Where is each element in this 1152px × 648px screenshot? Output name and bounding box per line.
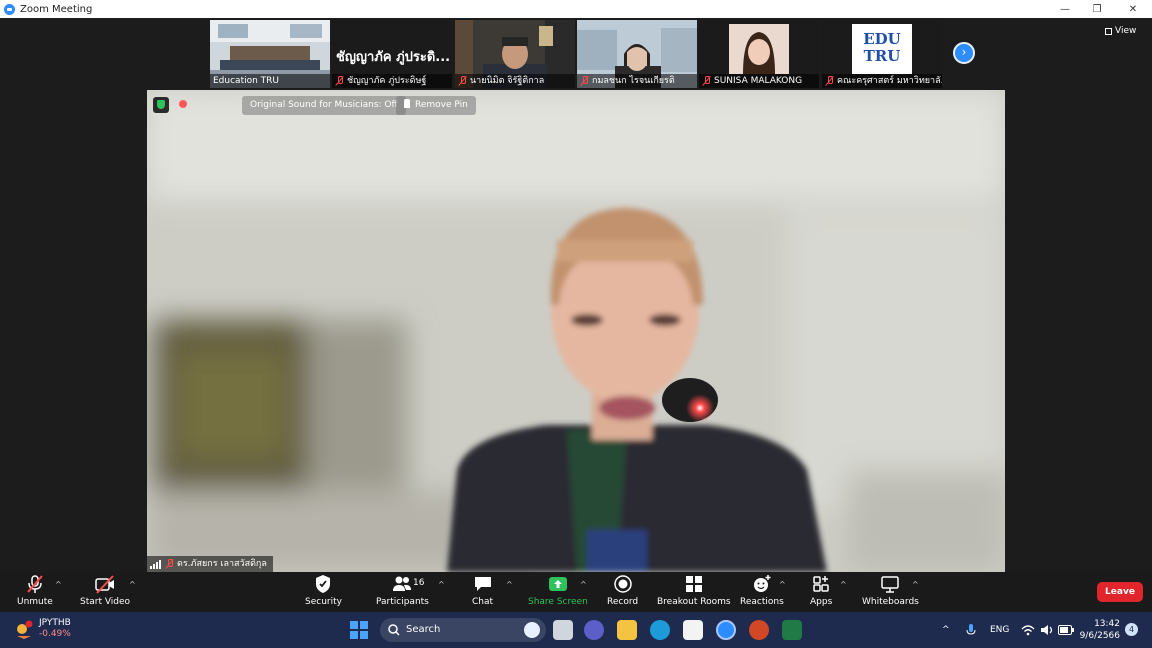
- language-indicator[interactable]: ENG: [990, 612, 1009, 648]
- participants-count: 16: [413, 578, 425, 588]
- participants-icon: [392, 574, 412, 594]
- weather-widget-icon[interactable]: [14, 620, 34, 640]
- participant-thumbnail[interactable]: นายนิมิต จิรัฐิติกาล: [455, 20, 575, 88]
- record-button[interactable]: Record: [607, 574, 638, 612]
- participant-thumbnail[interactable]: SUNISA MALAKONG: [699, 20, 819, 88]
- participant-name: คณะครุศาสตร์ มหาวิทยาลั...: [822, 74, 942, 88]
- chevron-up-icon[interactable]: ^: [506, 580, 513, 589]
- security-button[interactable]: Security: [305, 574, 342, 612]
- grid-view-icon: [1105, 27, 1112, 35]
- video-off-icon: [95, 574, 115, 594]
- remove-pin-button[interactable]: Remove Pin: [396, 96, 476, 115]
- participant-name: Education TRU: [210, 74, 330, 88]
- maximize-button[interactable]: ❐: [1079, 0, 1115, 18]
- participant-name: SUNISA MALAKONG: [699, 74, 819, 88]
- teams-chat-icon[interactable]: [584, 620, 604, 640]
- taskbar-search-box[interactable]: Search: [380, 618, 546, 642]
- zoom-logo-icon: [4, 3, 15, 15]
- chevron-up-icon[interactable]: ^: [129, 580, 136, 589]
- participant-thumbnail[interactable]: ชัญญาภัค ภู่ประดิ... ชัญญาภัค ภู่ประดิษฐ…: [332, 20, 452, 88]
- file-explorer-icon[interactable]: [617, 620, 637, 640]
- mic-off-icon: [335, 76, 344, 86]
- edu-tru-logo: EDU TRU: [852, 24, 912, 74]
- chevron-up-icon[interactable]: ^: [840, 580, 847, 589]
- breakout-rooms-icon: [684, 574, 704, 594]
- wifi-icon[interactable]: [1021, 612, 1035, 648]
- pin-icon: [404, 99, 410, 108]
- participant-banner: ชัญญาภัค ภู่ประดิ...: [336, 50, 451, 65]
- mic-off-icon: [580, 76, 589, 86]
- window-title: Zoom Meeting: [20, 3, 93, 15]
- recording-indicator[interactable]: Recording: [175, 96, 240, 115]
- microsoft-store-icon[interactable]: [683, 620, 703, 640]
- smiley-plus-icon: [752, 574, 772, 594]
- shield-icon: [313, 574, 333, 594]
- original-sound-button[interactable]: Original Sound for Musicians: Off: [242, 96, 406, 115]
- meeting-toolbar: Unmute ^ Start Video ^ Security Particip…: [0, 572, 1152, 612]
- chevron-up-icon[interactable]: ^: [912, 580, 919, 589]
- participant-thumbnail[interactable]: Education TRU: [210, 20, 330, 88]
- view-button[interactable]: View: [1105, 24, 1136, 38]
- participant-name: ชัญญาภัค ภู่ประดิษฐ์: [332, 74, 452, 88]
- stock-ticker[interactable]: JPYTHB -0.49%: [39, 618, 71, 640]
- windows-taskbar: JPYTHB -0.49% Search ^ ENG 13:42 9/6/256…: [0, 612, 1152, 648]
- participant-thumbnail[interactable]: EDU TRU คณะครุศาสตร์ มหาวิทยาลั...: [822, 20, 942, 88]
- search-icon: [388, 618, 400, 648]
- start-video-button[interactable]: Start Video: [80, 574, 130, 612]
- apps-button[interactable]: Apps: [810, 574, 832, 612]
- chevron-up-icon[interactable]: ^: [55, 580, 62, 589]
- battery-icon[interactable]: [1058, 612, 1074, 648]
- clock[interactable]: 13:42 9/6/2566: [1080, 612, 1120, 648]
- mic-muted-icon: [25, 574, 45, 594]
- title-bar: Zoom Meeting — ❐ ✕: [0, 0, 1152, 18]
- participant-name: นายนิมิต จิรัฐิติกาล: [455, 74, 575, 88]
- microphone-icon[interactable]: [966, 612, 976, 648]
- volume-icon[interactable]: [1040, 612, 1054, 648]
- whiteboard-icon: [880, 574, 900, 594]
- mic-off-icon: [165, 559, 174, 569]
- unmute-button[interactable]: Unmute: [17, 574, 53, 612]
- record-icon: [613, 574, 633, 594]
- chat-button[interactable]: Chat: [472, 574, 493, 612]
- share-screen-button[interactable]: Share Screen: [528, 574, 588, 612]
- mic-off-icon: [825, 76, 834, 86]
- powerpoint-icon[interactable]: [749, 620, 769, 640]
- participant-thumbnail[interactable]: กมลชนก ไรจนเกียรติ: [577, 20, 697, 88]
- chevron-right-icon: ›: [961, 45, 967, 59]
- meeting-area: Education TRU ชัญญาภัค ภู่ประดิ... ชัญญา…: [0, 18, 1152, 612]
- speaker-video-frame: [147, 90, 1005, 572]
- leave-button[interactable]: Leave: [1097, 582, 1143, 602]
- bing-chat-icon: [524, 622, 540, 638]
- edge-browser-icon[interactable]: [650, 620, 670, 640]
- chevron-up-icon[interactable]: ^: [580, 580, 587, 589]
- breakout-rooms-button[interactable]: Breakout Rooms: [657, 574, 731, 612]
- main-video: Recording Original Sound for Musicians: …: [147, 90, 1005, 572]
- windows-start-icon[interactable]: [350, 621, 368, 639]
- zoom-app: Zoom Meeting — ❐ ✕ Education TRU ชัญญาภั…: [0, 0, 1152, 648]
- show-hidden-icons-button[interactable]: ^: [942, 612, 950, 648]
- signal-strength-icon: [150, 559, 162, 569]
- mic-off-icon: [458, 76, 467, 86]
- task-view-icon[interactable]: [553, 620, 573, 640]
- chat-icon: [473, 574, 493, 594]
- mic-off-icon: [702, 76, 711, 86]
- next-thumbnails-button[interactable]: ›: [953, 42, 975, 64]
- speaker-name-tag: ดร.ภัสยกร เลาสวัสดิกุล: [147, 556, 273, 572]
- notification-badge[interactable]: 4: [1125, 623, 1138, 636]
- share-screen-icon: [548, 574, 568, 594]
- whiteboards-button[interactable]: Whiteboards: [862, 574, 919, 612]
- excel-icon[interactable]: [782, 620, 802, 640]
- chevron-up-icon: ^: [942, 625, 950, 635]
- chevron-up-icon[interactable]: ^: [438, 580, 445, 589]
- zoom-app-icon[interactable]: [716, 620, 736, 640]
- apps-icon: [811, 574, 831, 594]
- chevron-up-icon[interactable]: ^: [779, 580, 786, 589]
- minimize-button[interactable]: —: [1047, 0, 1083, 18]
- reactions-button[interactable]: Reactions: [740, 574, 784, 612]
- recording-icon: [179, 100, 187, 108]
- participant-name: กมลชนก ไรจนเกียรติ: [577, 74, 697, 88]
- shield-check-icon[interactable]: [153, 97, 169, 113]
- close-button[interactable]: ✕: [1115, 0, 1151, 18]
